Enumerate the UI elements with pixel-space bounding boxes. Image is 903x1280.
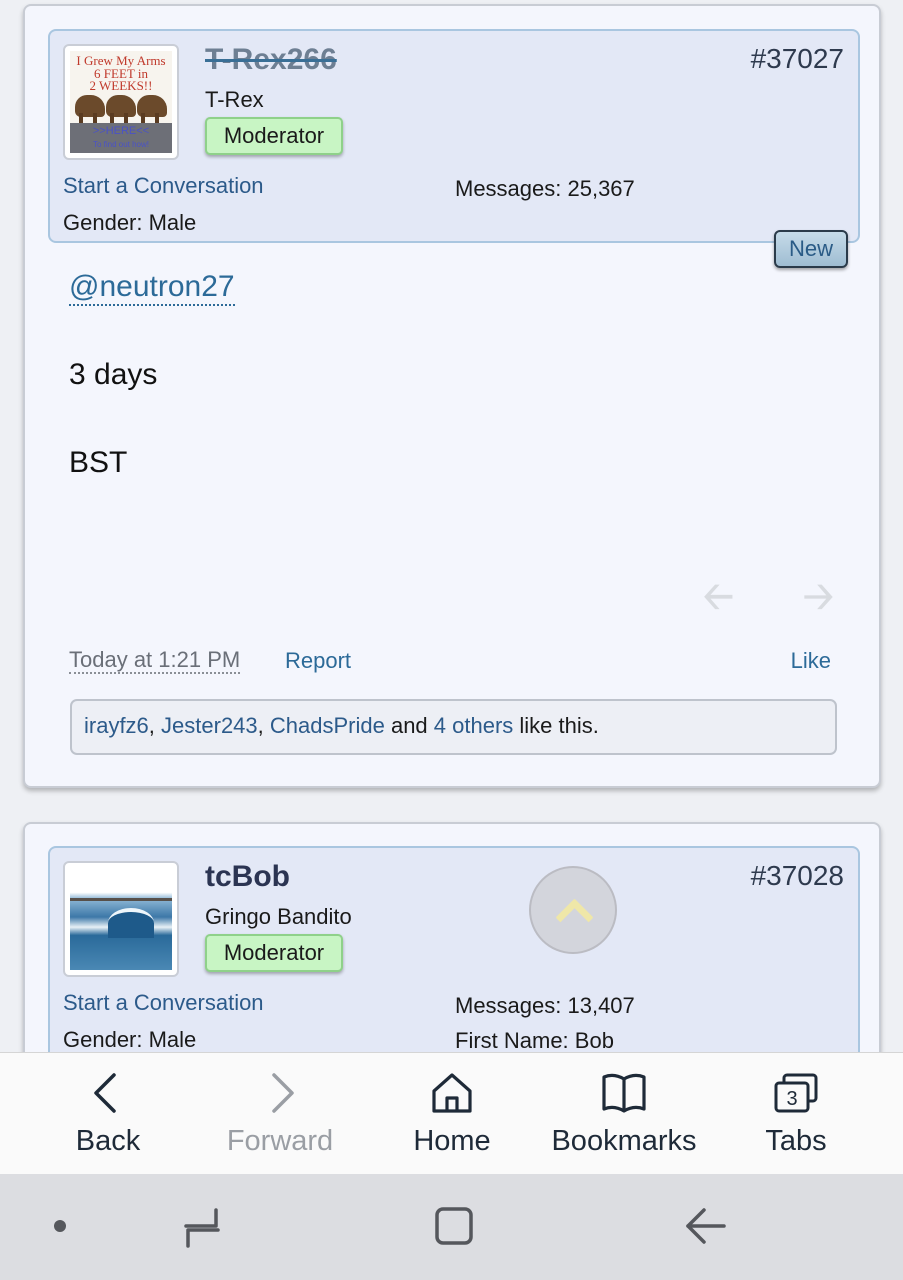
pier-shape (70, 898, 172, 901)
liker-link[interactable]: irayfz6 (84, 713, 149, 738)
dinosaur-icons (74, 95, 168, 123)
home-label: Home (413, 1125, 491, 1157)
liker-link[interactable]: ChadsPride (270, 713, 385, 738)
post-timestamp-link[interactable]: Today at 1:21 PM (69, 648, 241, 674)
forum-thread-page: I Grew My Arms 6 FEET in 2 WEEKS!! >>HER… (0, 0, 903, 1052)
tab-count: 3 (786, 1088, 797, 1110)
system-navigation-bar (0, 1174, 903, 1280)
scroll-to-top-button[interactable] (529, 866, 617, 954)
new-badge: New (774, 230, 848, 268)
likes-suffix: like this. (513, 713, 599, 738)
username-link[interactable]: T-Rex266 (205, 43, 337, 77)
likes-separator: , (257, 713, 270, 738)
wave-shape (108, 908, 154, 938)
forward-label: Forward (226, 1125, 334, 1157)
forward-icon (272, 1073, 294, 1113)
bookmarks-icon (602, 1073, 646, 1113)
browser-toolbar: Back Forward Home Bookmarks 3 Tabs (0, 1052, 903, 1174)
avatar-image: I Grew My Arms 6 FEET in 2 WEEKS!! >>HER… (70, 51, 172, 153)
home-system-icon[interactable] (432, 1204, 476, 1248)
gender-field: Gender: Male (63, 210, 197, 235)
avatar-text-line: >>HERE<< (92, 125, 150, 137)
arrow-left-icon[interactable]: 🡠 (703, 568, 734, 633)
tabs-label: Tabs (765, 1125, 827, 1157)
messages-count: Messages: 13,407 (455, 993, 635, 1018)
avatar-text-line: 2 WEEKS!! (89, 78, 153, 93)
likes-summary: irayfz6, Jester243, ChadsPride and 4 oth… (70, 699, 837, 755)
start-conversation-link[interactable]: Start a Conversation (63, 990, 264, 1016)
tabs-icon: 3 (774, 1073, 818, 1113)
post-card: I Grew My Arms 6 FEET in 2 WEEKS!! >>HER… (23, 4, 881, 788)
arrow-right-icon[interactable]: 🡢 (803, 568, 834, 633)
avatar-text-line: To find out how! (92, 140, 150, 149)
user-title: T-Rex (205, 87, 264, 112)
avatar[interactable]: I Grew My Arms 6 FEET in 2 WEEKS!! >>HER… (63, 44, 179, 160)
first-name-field: First Name: Bob (455, 1028, 614, 1052)
dinosaur-icon (137, 95, 168, 123)
like-link[interactable]: Like (791, 648, 831, 674)
avatar-image (70, 868, 172, 970)
avatar[interactable] (63, 861, 179, 977)
user-info-box: I Grew My Arms 6 FEET in 2 WEEKS!! >>HER… (48, 29, 860, 243)
home-button[interactable]: Home (366, 1053, 538, 1175)
report-link[interactable]: Report (285, 648, 351, 674)
avatar-footer: >>HERE<< To find out how! (70, 123, 172, 153)
bookmarks-button[interactable]: Bookmarks (538, 1053, 710, 1175)
dot-indicator-icon (54, 1220, 66, 1232)
moderator-badge: Moderator (205, 934, 343, 972)
post-text: BST (69, 446, 128, 479)
post-text: 3 days (69, 358, 158, 391)
dinosaur-icon (74, 95, 105, 123)
user-info-box: tcBob Gringo Bandito Moderator #37028 St… (48, 846, 860, 1052)
post-number-link[interactable]: #37027 (751, 43, 844, 75)
user-title: Gringo Bandito (205, 904, 352, 929)
others-link[interactable]: 4 others (434, 713, 514, 738)
moderator-badge: Moderator (205, 117, 343, 155)
home-icon (432, 1073, 472, 1113)
likes-and-text: and (384, 713, 434, 738)
likes-separator: , (148, 713, 162, 738)
dinosaur-icon (105, 95, 136, 123)
user-mention-link[interactable]: @neutron27 (69, 270, 235, 306)
back-button[interactable]: Back (22, 1053, 194, 1175)
messages-count: Messages: 25,367 (455, 176, 635, 201)
post-number-link[interactable]: #37028 (751, 860, 844, 892)
username-link[interactable]: tcBob (205, 860, 290, 894)
forward-button[interactable]: Forward (194, 1053, 366, 1175)
tabs-button[interactable]: 3 Tabs (710, 1053, 882, 1175)
recent-apps-icon[interactable] (180, 1204, 224, 1252)
system-back-icon[interactable] (682, 1204, 730, 1248)
back-icon (94, 1073, 116, 1113)
start-conversation-link[interactable]: Start a Conversation (63, 173, 264, 199)
post-card: tcBob Gringo Bandito Moderator #37028 St… (23, 822, 881, 1052)
bookmarks-label: Bookmarks (551, 1125, 697, 1157)
gender-field: Gender: Male (63, 1027, 197, 1052)
back-label: Back (75, 1125, 141, 1157)
liker-link[interactable]: Jester243 (161, 713, 258, 738)
